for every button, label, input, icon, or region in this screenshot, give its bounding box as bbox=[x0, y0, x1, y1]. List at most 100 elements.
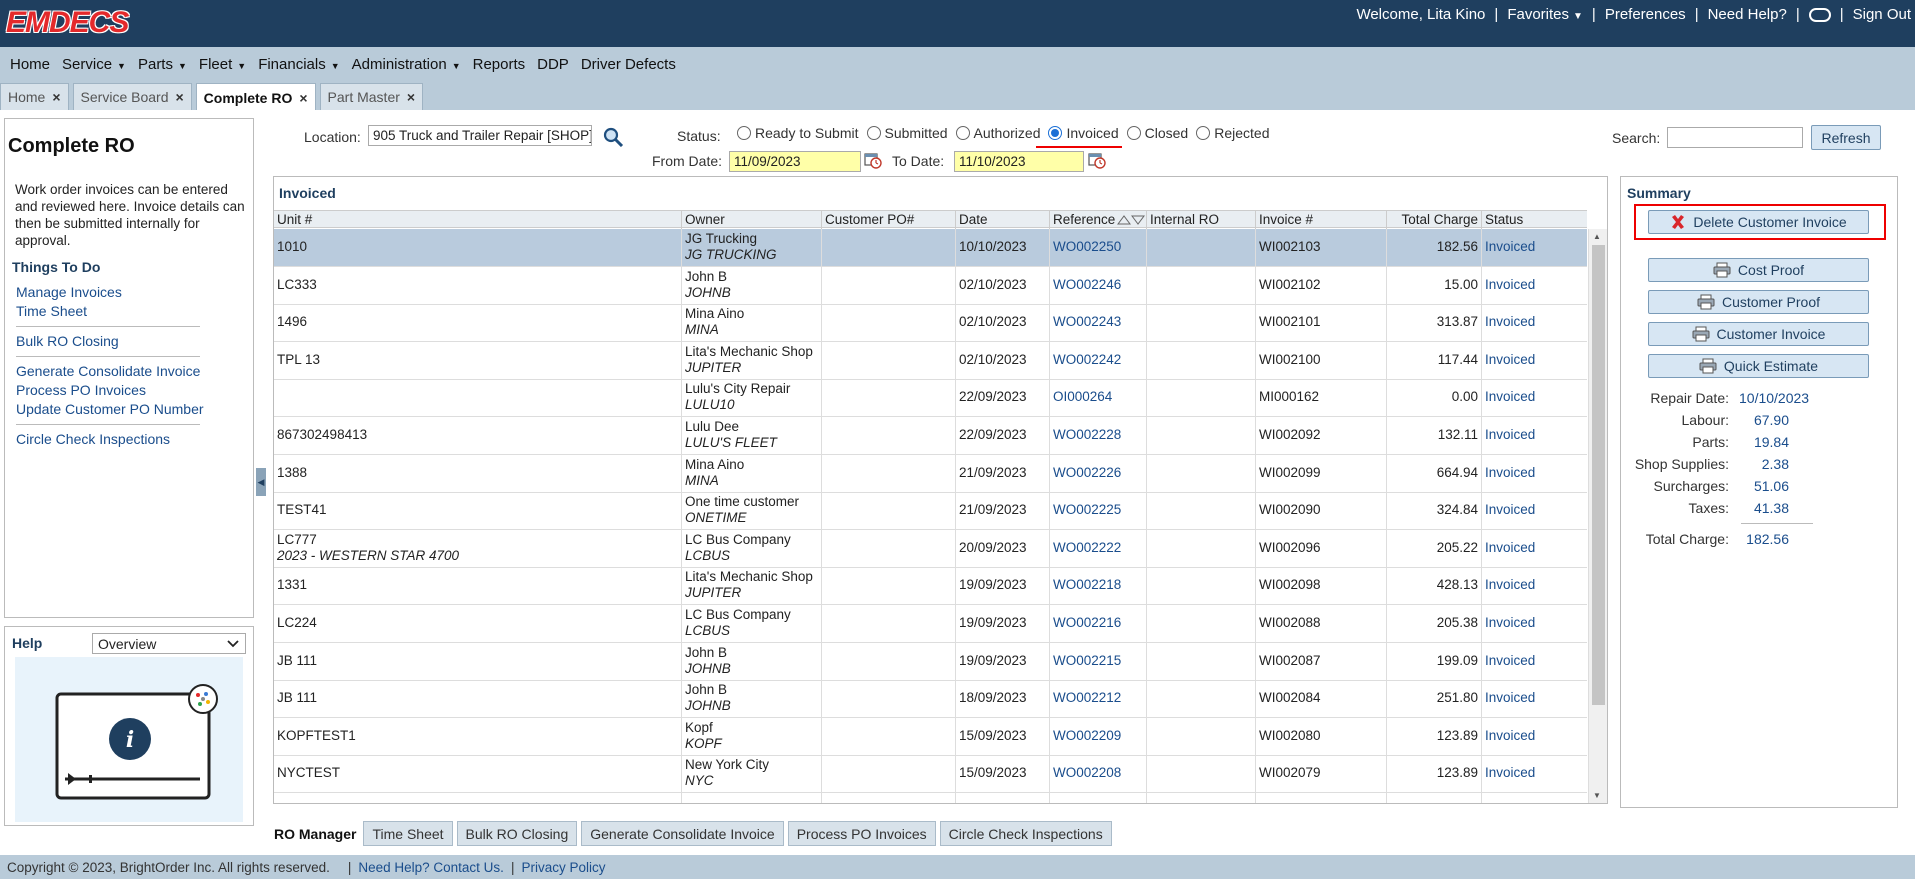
bottom-tab-circle-check-inspections[interactable]: Circle Check Inspections bbox=[939, 821, 1112, 846]
grid-scrollbar[interactable]: ▲ ▼ bbox=[1588, 229, 1607, 803]
status-radio-submitted[interactable]: Submitted bbox=[863, 125, 948, 141]
scroll-up-icon[interactable]: ▲ bbox=[1593, 232, 1601, 241]
calendar-icon[interactable] bbox=[864, 151, 882, 169]
cell-ref[interactable]: WO002242 bbox=[1049, 341, 1146, 380]
cell-ref[interactable]: WO002209 bbox=[1049, 717, 1146, 756]
menu-item-financials[interactable]: Financials ▼ bbox=[258, 56, 339, 73]
delete-customer-invoice-button[interactable]: Delete Customer Invoice bbox=[1648, 210, 1869, 234]
radio-button[interactable] bbox=[1126, 126, 1141, 140]
menu-item-home[interactable]: Home bbox=[10, 56, 50, 73]
cell-ref[interactable]: WO002216 bbox=[1049, 605, 1146, 643]
radio-button[interactable] bbox=[866, 126, 881, 140]
cell-ref[interactable]: WO002212 bbox=[1049, 680, 1146, 719]
customer-proof-button[interactable]: Customer Proof bbox=[1648, 290, 1869, 314]
menu-item-administration[interactable]: Administration ▼ bbox=[352, 56, 461, 73]
cell-ref[interactable] bbox=[1049, 793, 1146, 803]
calendar-icon[interactable] bbox=[1088, 151, 1106, 169]
bottom-tab-ro-manager[interactable]: RO Manager bbox=[271, 821, 360, 846]
close-icon[interactable]: × bbox=[407, 89, 415, 105]
help-video-thumbnail[interactable]: i bbox=[15, 657, 243, 822]
radio-button[interactable] bbox=[1196, 126, 1211, 140]
todo-link-bulk-ro-closing[interactable]: Bulk RO Closing bbox=[16, 332, 200, 351]
table-row[interactable]: 1496 Mina Aino MINA 02/10/2023 WO002243 WI002… bbox=[274, 304, 1587, 343]
cell-status[interactable]: Invoiced bbox=[1481, 266, 1587, 305]
cell-ref[interactable]: WO002208 bbox=[1049, 755, 1146, 794]
table-row[interactable]: Lulu's City Repair LULU10 22/09/2023 OI0002… bbox=[274, 379, 1587, 418]
cell-status[interactable]: Invoiced bbox=[1481, 454, 1587, 493]
close-icon[interactable]: × bbox=[299, 90, 307, 106]
cell-ref[interactable]: WO002222 bbox=[1049, 529, 1146, 568]
favorites-menu[interactable]: Favorites ▼ bbox=[1507, 6, 1583, 23]
table-row[interactable]: 1388 Mina Aino MINA 21/09/2023 WO002226 WI002… bbox=[274, 454, 1587, 493]
cell-ref[interactable]: WO002246 bbox=[1049, 266, 1146, 305]
cell-status[interactable]: Invoiced bbox=[1481, 605, 1587, 643]
table-row[interactable]: 867302498413 Lulu Dee LULU'S FLEET 22/09/20… bbox=[274, 417, 1587, 455]
todo-link-update-customer-po-number[interactable]: Update Customer PO Number bbox=[16, 400, 204, 419]
collapse-panel-handle[interactable]: ◀ bbox=[256, 468, 266, 496]
need-help-link[interactable]: Need Help? bbox=[1708, 6, 1787, 23]
table-row[interactable]: KOPFTEST1 Kopf KOPF 15/09/2023 WO002209 WI002… bbox=[274, 717, 1587, 756]
menu-item-service[interactable]: Service ▼ bbox=[62, 56, 126, 73]
column-header-unit[interactable]: Unit # bbox=[274, 211, 681, 229]
tab-part-master[interactable]: Part Master × bbox=[319, 83, 424, 110]
column-header-status[interactable]: Status bbox=[1481, 211, 1587, 229]
chat-icon[interactable] bbox=[1808, 7, 1831, 22]
column-header-total-charge[interactable]: Total Charge bbox=[1386, 211, 1481, 229]
table-row[interactable]: LC777 2023 - WESTERN STAR 4700 LC Bus Comp… bbox=[274, 529, 1587, 568]
radio-button[interactable] bbox=[737, 126, 751, 140]
cell-status[interactable]: Invoiced bbox=[1481, 417, 1587, 455]
bottom-tab-bulk-ro-closing[interactable]: Bulk RO Closing bbox=[456, 821, 578, 846]
menu-item-driver-defects[interactable]: Driver Defects bbox=[581, 56, 676, 73]
cell-status[interactable]: Invoiced bbox=[1481, 680, 1587, 719]
cell-status[interactable]: Invoiced bbox=[1481, 229, 1587, 267]
todo-link-manage-invoices[interactable]: Manage Invoices bbox=[16, 283, 200, 302]
cell-ref[interactable]: WO002228 bbox=[1049, 417, 1146, 455]
app-logo[interactable]: EMDECS bbox=[6, 6, 129, 40]
table-row[interactable]: TPL 13 Lita's Mechanic Shop JUPITER 02/10/2… bbox=[274, 341, 1587, 380]
bottom-tab-generate-consolidate-invoice[interactable]: Generate Consolidate Invoice bbox=[581, 821, 784, 846]
cell-status[interactable]: Invoiced bbox=[1481, 567, 1587, 606]
table-row[interactable]: JB 111 John B JOHNB 19/09/2023 WO002215 WI002… bbox=[274, 642, 1587, 681]
cell-status[interactable]: Invoiced bbox=[1481, 642, 1587, 681]
table-row[interactable]: LC333 John B JOHNB 02/10/2023 WO002246 WI0021… bbox=[274, 266, 1587, 305]
table-row[interactable]: 1010 JG Trucking JG TRUCKING 10/10/2023 WO00… bbox=[274, 229, 1587, 267]
sort-arrows-icon[interactable] bbox=[1115, 212, 1146, 227]
cell-ref[interactable]: WO002250 bbox=[1049, 229, 1146, 267]
todo-link-generate-consolidate-invoice[interactable]: Generate Consolidate Invoice bbox=[16, 362, 200, 381]
tab-service-board[interactable]: Service Board × bbox=[72, 83, 192, 110]
cell-status[interactable]: Invoiced bbox=[1481, 529, 1587, 568]
table-row[interactable]: JB 111 John B JOHNB 18/09/2023 WO002212 WI002… bbox=[274, 680, 1587, 719]
cell-status[interactable] bbox=[1481, 793, 1587, 803]
todo-link-circle-check-inspections[interactable]: Circle Check Inspections bbox=[16, 430, 200, 449]
cost-proof-button[interactable]: Cost Proof bbox=[1648, 258, 1869, 282]
cell-status[interactable]: Invoiced bbox=[1481, 755, 1587, 794]
to-date-field[interactable]: 11/10/2023 bbox=[954, 151, 1084, 172]
customer-invoice-button[interactable]: Customer Invoice bbox=[1648, 322, 1869, 346]
status-radio-authorized[interactable]: Authorized bbox=[952, 125, 1040, 141]
table-row[interactable]: 1331 Lita's Mechanic Shop JUPITER 19/09/202… bbox=[274, 567, 1587, 606]
quick-estimate-button[interactable]: Quick Estimate bbox=[1648, 354, 1869, 378]
column-header-reference[interactable]: Reference bbox=[1049, 211, 1146, 229]
menu-item-ddp[interactable]: DDP bbox=[537, 56, 569, 73]
help-topic-select[interactable]: Overview bbox=[92, 633, 246, 654]
preferences-link[interactable]: Preferences bbox=[1605, 6, 1686, 23]
cell-ref[interactable]: OI000264 bbox=[1049, 379, 1146, 418]
column-header-internal-ro[interactable]: Internal RO bbox=[1146, 211, 1255, 229]
cell-status[interactable]: Invoiced bbox=[1481, 304, 1587, 343]
cell-ref[interactable]: WO002243 bbox=[1049, 304, 1146, 343]
table-row[interactable]: LC224 LC Bus Company LCBUS 19/09/2023 WO0022… bbox=[274, 605, 1587, 643]
table-row[interactable]: NYCTEST New York City NYC 15/09/2023 WO00220… bbox=[274, 755, 1587, 794]
column-header-owner[interactable]: Owner bbox=[681, 211, 821, 229]
tab-home[interactable]: Home × bbox=[0, 83, 69, 110]
scroll-down-icon[interactable]: ▼ bbox=[1593, 791, 1601, 800]
bottom-tab-process-po-invoices[interactable]: Process PO Invoices bbox=[787, 821, 936, 846]
cell-status[interactable]: Invoiced bbox=[1481, 341, 1587, 380]
cell-ref[interactable]: WO002225 bbox=[1049, 492, 1146, 531]
cell-status[interactable]: Invoiced bbox=[1481, 717, 1587, 756]
menu-item-fleet[interactable]: Fleet ▼ bbox=[199, 56, 246, 73]
table-row[interactable]: TEST41 One time customer ONETIME 21/09/2023… bbox=[274, 492, 1587, 531]
radio-button[interactable] bbox=[955, 126, 970, 140]
close-icon[interactable]: × bbox=[175, 89, 183, 105]
menu-item-reports[interactable]: Reports bbox=[473, 56, 526, 73]
status-radio-invoiced[interactable]: Invoiced bbox=[1044, 125, 1119, 141]
